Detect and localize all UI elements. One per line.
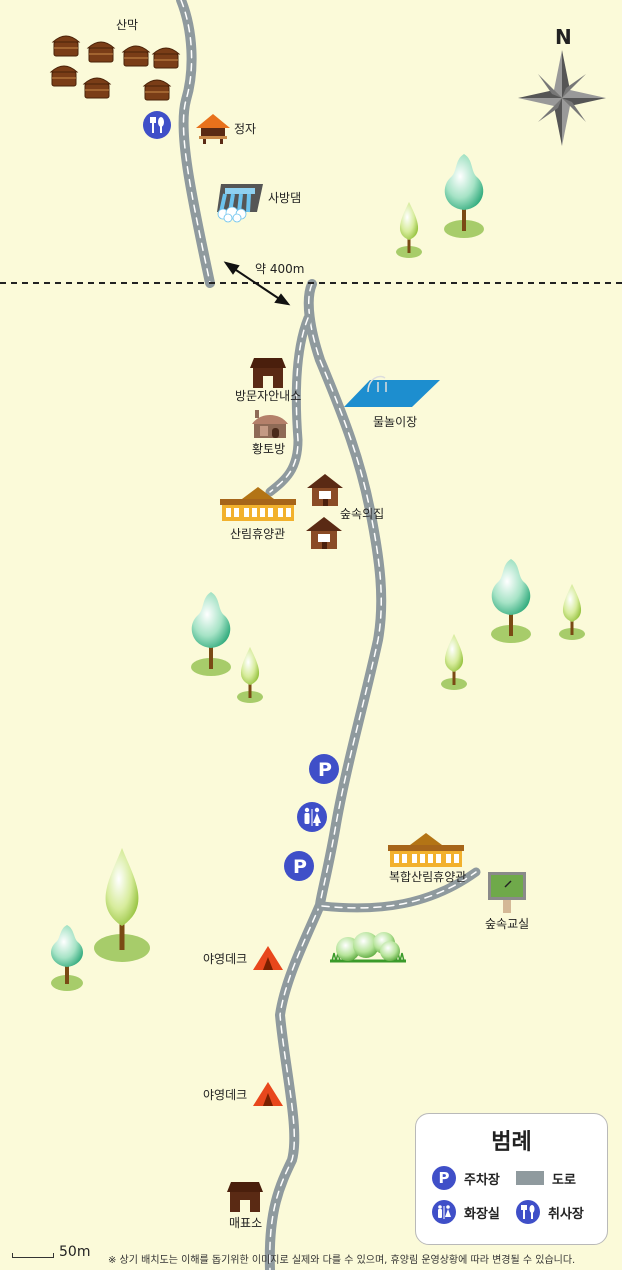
forest-lodge-label: 산림휴양관 <box>230 527 285 541</box>
dam-label: 사방댐 <box>268 191 301 205</box>
yurt-icon <box>86 41 116 63</box>
yurt-icon <box>121 45 151 67</box>
ticket-office-label: 매표소 <box>229 1216 262 1230</box>
parking-icon[interactable]: P <box>309 754 339 784</box>
compass-north-label: N <box>555 25 572 49</box>
poplar-tree-icon <box>441 634 467 690</box>
poplar-tree-icon <box>559 584 585 640</box>
road-swatch-icon <box>516 1171 544 1185</box>
toilet-icon <box>432 1200 456 1224</box>
bush-icon <box>330 932 406 963</box>
cooking-area-icon[interactable] <box>143 111 171 139</box>
road-branch-lodge <box>265 313 313 497</box>
yurt-cluster <box>49 35 181 101</box>
camping-deck-label: 야영데크 <box>203 952 247 966</box>
footnote: ※ 상기 배치도는 이해를 돕기위한 이미지로 실제와 다를 수 있으며, 휴양… <box>108 1255 576 1266</box>
yurt-icon <box>82 77 112 99</box>
pavilion-icon <box>196 114 230 144</box>
legend-item-road: 도로 <box>516 1166 576 1190</box>
poplar-tree-icon <box>396 202 422 258</box>
legend-road-label: 도로 <box>552 1172 576 1188</box>
classroom-board-icon <box>488 872 526 913</box>
legend-item-cooking: 취사장 <box>516 1200 584 1224</box>
visitor-center-icon[interactable] <box>250 358 286 388</box>
tree-icon <box>444 154 484 238</box>
camping-deck-icon[interactable] <box>253 1082 283 1106</box>
yurt-icon <box>142 79 172 101</box>
parking-icon: P <box>432 1166 456 1190</box>
complex-lodge-icon[interactable] <box>388 833 464 867</box>
clay-room-icon <box>252 410 288 438</box>
camping-deck-label: 야영데크 <box>203 1088 247 1102</box>
parking-icon[interactable]: P <box>284 851 314 881</box>
dam-icon <box>217 184 263 223</box>
tree-icon <box>491 559 531 643</box>
forest-map: 약 400m N 산막 정자 사방댐 방문자안내소 물놀이장 황토방 산림휴양관… <box>0 0 622 1270</box>
clay-room-label: 황토방 <box>252 442 285 456</box>
water-play-label: 물놀이장 <box>373 415 417 429</box>
forest-lodge-icon[interactable] <box>220 487 296 521</box>
legend-cooking-label: 취사장 <box>548 1206 584 1222</box>
legend-item-parking: P 주차장 <box>432 1166 500 1190</box>
scale-label: 50m <box>59 1244 91 1260</box>
yurt-icon <box>49 65 79 87</box>
legend-panel: 범례 P 주차장 도로 화장실 취사장 <box>415 1113 608 1245</box>
yurts-label: 산막 <box>116 18 138 32</box>
legend-item-toilet: 화장실 <box>432 1200 500 1224</box>
toilet-icon[interactable] <box>297 802 327 832</box>
forest-house-icon[interactable] <box>306 517 342 549</box>
parking-glyph: P <box>318 759 332 781</box>
legend-title: 범례 <box>491 1130 532 1155</box>
parking-glyph: P <box>293 856 307 878</box>
yurt-icon <box>151 47 181 69</box>
tree-icon <box>51 925 83 991</box>
forest-classroom-label: 숲속교실 <box>485 917 529 931</box>
forest-house-icon[interactable] <box>307 474 343 506</box>
legend-toilet-label: 화장실 <box>464 1206 500 1222</box>
camping-deck-icon[interactable] <box>253 946 283 970</box>
tree-icon <box>191 592 231 676</box>
compass-rose-icon <box>518 50 606 146</box>
visitor-center-label: 방문자안내소 <box>235 389 301 403</box>
cooking-icon <box>516 1200 540 1224</box>
legend-parking-label: 주차장 <box>464 1172 500 1188</box>
distance-label: 약 400m <box>255 261 304 276</box>
water-play-icon <box>344 375 440 407</box>
complex-lodge-label: 복합산림휴양관 <box>389 870 466 884</box>
yurt-icon <box>51 35 81 57</box>
ticket-office-icon[interactable] <box>227 1182 263 1212</box>
poplar-tree-icon <box>94 848 150 962</box>
poplar-tree-icon <box>237 647 263 703</box>
scale-bar-line <box>12 1253 54 1258</box>
pavilion-label: 정자 <box>234 122 256 136</box>
forest-house-label: 숲속의집 <box>340 507 384 521</box>
